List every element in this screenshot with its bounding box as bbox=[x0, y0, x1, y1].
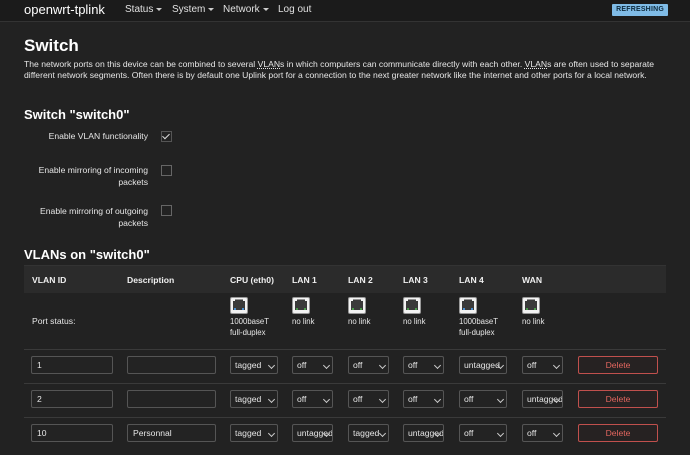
port-membership-select[interactable]: off bbox=[459, 390, 507, 408]
port-membership-select[interactable]: tagged bbox=[230, 424, 278, 442]
port-status-0: 1000baseT full-duplex bbox=[230, 297, 292, 338]
port-status-3: no link bbox=[403, 297, 465, 327]
ethernet-port-up-icon bbox=[459, 297, 477, 314]
brand-logo[interactable]: openwrt-tplink bbox=[24, 2, 105, 17]
port-membership-select[interactable]: untagged bbox=[459, 356, 507, 374]
vlan-row: 1 tagged off off off untagged off Delete bbox=[24, 349, 666, 383]
enable-vlan-checkbox[interactable] bbox=[161, 131, 172, 142]
chevron-down-icon bbox=[208, 7, 215, 11]
chevron-down-icon bbox=[433, 361, 442, 370]
ethernet-port-down-icon bbox=[403, 297, 421, 314]
chevron-down-icon bbox=[378, 395, 387, 404]
vlan-id-input[interactable]: 10 bbox=[31, 424, 113, 442]
port-status-5: no link bbox=[522, 297, 584, 327]
chevron-down-icon bbox=[378, 429, 387, 438]
chevron-down-icon bbox=[267, 361, 276, 370]
page-description: The network ports on this device can be … bbox=[24, 59, 655, 80]
port-status-label: Port status: bbox=[32, 316, 76, 326]
chevron-down-icon bbox=[378, 361, 387, 370]
vlan-description-input[interactable]: Personnal bbox=[127, 424, 216, 442]
col-cpu: CPU (eth0) bbox=[230, 275, 274, 285]
port-membership-select[interactable]: off bbox=[522, 424, 563, 442]
col-description: Description bbox=[127, 275, 175, 285]
col-vlan-id: VLAN ID bbox=[32, 275, 67, 285]
port-membership-select[interactable]: off bbox=[522, 356, 563, 374]
port-membership-select[interactable]: off bbox=[292, 356, 333, 374]
switch-heading: Switch "switch0" bbox=[24, 107, 130, 122]
chevron-down-icon bbox=[552, 429, 561, 438]
col-lan4: LAN 4 bbox=[459, 275, 484, 285]
top-navbar: openwrt-tplink Status System Network Log… bbox=[0, 0, 690, 22]
chevron-down-icon bbox=[267, 395, 276, 404]
nav-status[interactable]: Status bbox=[125, 4, 163, 15]
port-membership-select[interactable]: tagged bbox=[230, 390, 278, 408]
port-status-4: 1000baseT full-duplex bbox=[459, 297, 521, 338]
chevron-down-icon bbox=[552, 361, 561, 370]
vlans-heading: VLANs on "switch0" bbox=[24, 247, 150, 262]
port-membership-select[interactable]: off bbox=[348, 356, 389, 374]
vlan-row: 2 tagged off off off off untagged Delete bbox=[24, 383, 666, 417]
port-membership-select[interactable]: untagged bbox=[403, 424, 444, 442]
vlan-id-input[interactable]: 1 bbox=[31, 356, 113, 374]
vlan-description-input[interactable] bbox=[127, 390, 216, 408]
chevron-down-icon bbox=[322, 395, 331, 404]
mirror-incoming-checkbox[interactable] bbox=[161, 165, 172, 176]
port-membership-select[interactable]: off bbox=[348, 390, 389, 408]
delete-vlan-button[interactable]: Delete bbox=[578, 390, 658, 408]
port-membership-select[interactable]: off bbox=[459, 424, 507, 442]
delete-vlan-button[interactable]: Delete bbox=[578, 424, 658, 442]
port-status-2: no link bbox=[348, 297, 410, 327]
port-membership-select[interactable]: off bbox=[403, 390, 444, 408]
port-membership-select[interactable]: off bbox=[292, 390, 333, 408]
delete-vlan-button[interactable]: Delete bbox=[578, 356, 658, 374]
col-lan3: LAN 3 bbox=[403, 275, 428, 285]
chevron-down-icon bbox=[267, 429, 276, 438]
ethernet-port-down-icon bbox=[292, 297, 310, 314]
nav-logout[interactable]: Log out bbox=[278, 4, 311, 15]
port-membership-select[interactable]: tagged bbox=[230, 356, 278, 374]
ethernet-port-down-icon bbox=[522, 297, 540, 314]
port-membership-select[interactable]: off bbox=[403, 356, 444, 374]
option-label-vlan: Enable VLAN functionality bbox=[48, 131, 148, 141]
vlan-row: 10 Personnal tagged untagged tagged untagged o… bbox=[24, 417, 666, 451]
port-status-row: Port status: 1000baseT full-duplex no link… bbox=[24, 293, 666, 348]
nav-system[interactable]: System bbox=[172, 4, 215, 15]
chevron-down-icon bbox=[262, 7, 269, 11]
chevron-down-icon bbox=[433, 395, 442, 404]
option-label-mirror-in: Enable mirroring of incoming packets bbox=[38, 165, 148, 187]
col-wan: WAN bbox=[522, 275, 543, 285]
vlan-description-input[interactable] bbox=[127, 356, 216, 374]
nav-network[interactable]: Network bbox=[223, 4, 269, 15]
vlan-table: VLAN ID Description CPU (eth0) LAN 1 LAN… bbox=[24, 265, 666, 455]
table-header: VLAN ID Description CPU (eth0) LAN 1 LAN… bbox=[24, 265, 666, 293]
chevron-down-icon bbox=[322, 361, 331, 370]
vlan-id-input[interactable]: 2 bbox=[31, 390, 113, 408]
port-membership-select[interactable]: untagged bbox=[292, 424, 333, 442]
mirror-outgoing-checkbox[interactable] bbox=[161, 205, 172, 216]
ethernet-port-up-icon bbox=[230, 297, 248, 314]
page-title: Switch bbox=[24, 36, 79, 55]
option-label-mirror-out: Enable mirroring of outgoing packets bbox=[40, 206, 148, 228]
chevron-down-icon bbox=[496, 429, 505, 438]
chevron-down-icon bbox=[496, 395, 505, 404]
ethernet-port-down-icon bbox=[348, 297, 366, 314]
col-lan2: LAN 2 bbox=[348, 275, 373, 285]
col-lan1: LAN 1 bbox=[292, 275, 317, 285]
status-badge: REFRESHING bbox=[612, 4, 668, 16]
port-membership-select[interactable]: tagged bbox=[348, 424, 389, 442]
port-membership-select[interactable]: untagged bbox=[522, 390, 563, 408]
chevron-down-icon bbox=[156, 7, 163, 11]
port-status-1: no link bbox=[292, 297, 354, 327]
